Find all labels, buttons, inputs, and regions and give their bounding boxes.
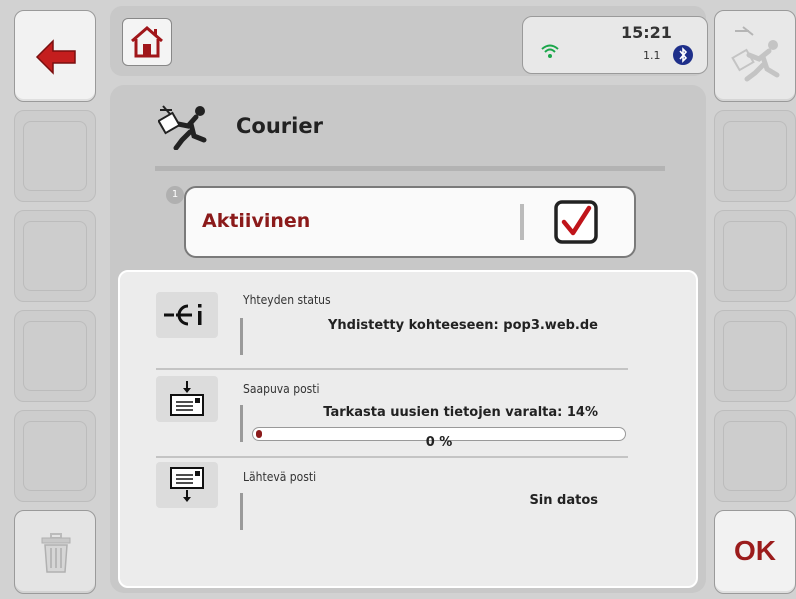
connection-icon-box xyxy=(156,292,218,338)
connection-status-value: Yhdistetty kohteeseen: pop3.web.de xyxy=(327,318,598,333)
checkbox-checked-icon[interactable] xyxy=(554,200,598,244)
right-softkey-3 xyxy=(714,210,796,302)
outgoing-mail-label: Lähtevä posti xyxy=(243,470,317,484)
trash-icon xyxy=(41,533,71,573)
left-softkey-5 xyxy=(14,410,96,502)
ok-button[interactable]: OK xyxy=(714,510,796,594)
outgoing-icon-box xyxy=(156,462,218,508)
incoming-mail-icon xyxy=(170,381,204,416)
row-bar xyxy=(240,318,243,355)
wifi-icon xyxy=(541,44,559,58)
courier-runner-icon xyxy=(158,105,207,150)
toggle-separator xyxy=(520,204,524,240)
clock-time: 15:21 xyxy=(621,23,672,42)
title-divider xyxy=(155,166,665,171)
active-toggle[interactable]: Aktiivinen xyxy=(184,186,636,258)
left-softkey-2 xyxy=(14,110,96,202)
right-softkey-2 xyxy=(714,110,796,202)
arrow-left-icon xyxy=(35,39,76,75)
row-bar xyxy=(240,493,243,530)
delete-button[interactable] xyxy=(14,510,96,594)
row-bar xyxy=(240,405,243,442)
home-button[interactable] xyxy=(122,18,172,66)
row-separator xyxy=(156,456,628,458)
ok-label: OK xyxy=(734,535,776,566)
connection-info-icon xyxy=(164,304,202,326)
left-softkey-3 xyxy=(14,210,96,302)
incoming-mail-label: Saapuva posti xyxy=(243,382,320,396)
status-panel: 15:21 1.1 xyxy=(522,16,708,74)
back-button[interactable] xyxy=(14,10,96,102)
page-title: Courier xyxy=(236,114,323,138)
courier-app-button[interactable] xyxy=(714,10,796,102)
row-separator xyxy=(156,368,628,370)
item-number-badge: 1 xyxy=(166,186,184,204)
progress-percent: 0 % xyxy=(425,435,453,450)
connection-status-label: Yhteyden status xyxy=(243,293,331,307)
incoming-mail-value: Tarkasta uusien tietojen varalta: 14% xyxy=(323,405,598,420)
version-number: 1.1 xyxy=(643,49,661,62)
outgoing-mail-icon xyxy=(170,467,204,502)
active-label: Aktiivinen xyxy=(202,210,311,232)
right-softkey-5 xyxy=(714,410,796,502)
right-softkey-4 xyxy=(714,310,796,402)
outgoing-mail-value: Sin datos xyxy=(529,493,598,508)
left-softkey-4 xyxy=(14,310,96,402)
home-icon xyxy=(131,26,163,58)
incoming-icon-box xyxy=(156,376,218,422)
bluetooth-icon xyxy=(673,45,693,65)
courier-runner-icon xyxy=(731,26,780,82)
